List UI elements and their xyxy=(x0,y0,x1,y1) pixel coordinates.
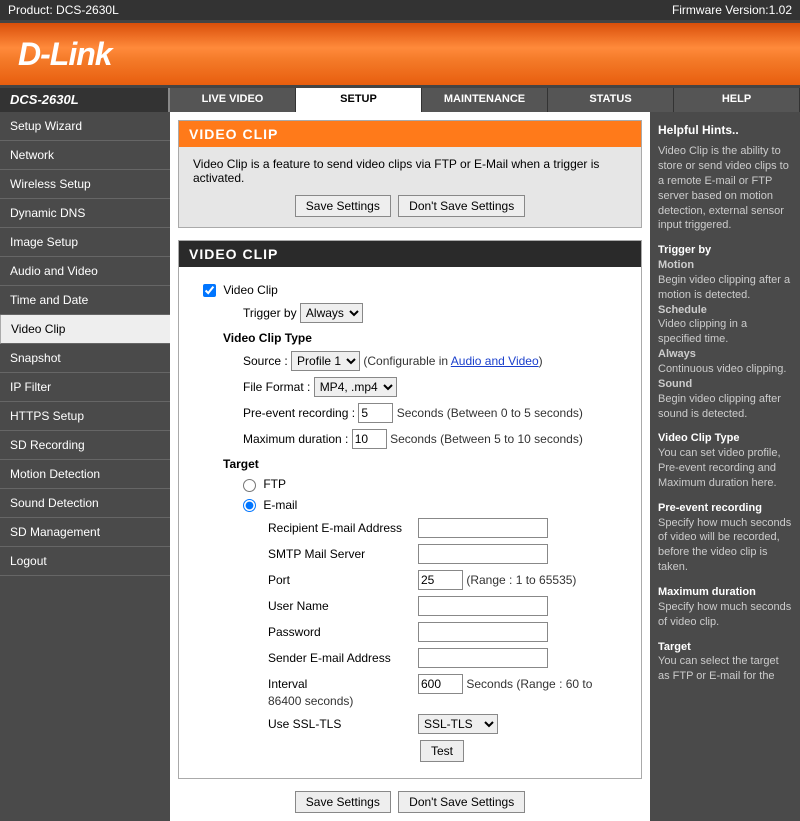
sidebar-item-motion-detection[interactable]: Motion Detection xyxy=(0,460,170,489)
sidebar-item-dynamic-dns[interactable]: Dynamic DNS xyxy=(0,199,170,228)
hints-vct: Video Clip Type xyxy=(658,431,792,446)
test-button[interactable]: Test xyxy=(420,740,464,762)
panel-videoclip-header: VIDEO CLIP xyxy=(179,241,641,267)
panel-intro-header: VIDEO CLIP xyxy=(179,121,641,147)
panel-videoclip: VIDEO CLIP Video Clip Trigger by Always … xyxy=(178,240,642,779)
target-ftp-radio[interactable] xyxy=(243,479,256,492)
interval-label: Interval xyxy=(268,677,418,691)
password-label: Password xyxy=(268,625,418,639)
target-heading: Target xyxy=(223,457,627,471)
password-input[interactable] xyxy=(418,622,548,642)
main: Setup Wizard Network Wireless Setup Dyna… xyxy=(0,112,800,821)
max-duration-input[interactable] xyxy=(352,429,387,449)
sidebar-item-network[interactable]: Network xyxy=(0,141,170,170)
sidebar-item-sound-detection[interactable]: Sound Detection xyxy=(0,489,170,518)
pre-event-label: Pre-event recording : xyxy=(243,406,355,420)
sidebar-item-https-setup[interactable]: HTTPS Setup xyxy=(0,402,170,431)
target-email-radio[interactable] xyxy=(243,499,256,512)
hints-max: Maximum duration xyxy=(658,585,792,600)
recipient-input[interactable] xyxy=(418,518,548,538)
target-ftp-label: FTP xyxy=(263,477,286,491)
pre-event-input[interactable] xyxy=(358,403,393,423)
tab-live-video[interactable]: LIVE VIDEO xyxy=(170,88,296,112)
max-duration-hint: Seconds (Between 5 to 10 seconds) xyxy=(390,432,583,446)
nav-tabs: LIVE VIDEO SETUP MAINTENANCE STATUS HELP xyxy=(170,88,800,112)
sidebar-item-time-and-date[interactable]: Time and Date xyxy=(0,286,170,315)
banner: D-Link xyxy=(0,20,800,88)
dont-save-settings-button-bottom[interactable]: Don't Save Settings xyxy=(398,791,525,813)
smtp-label: SMTP Mail Server xyxy=(268,547,418,561)
firmware-label: Firmware Version: xyxy=(672,3,769,17)
hints-column: Helpful Hints.. Video Clip is the abilit… xyxy=(650,112,800,821)
ssl-label: Use SSL-TLS xyxy=(268,717,418,731)
sidebar-item-snapshot[interactable]: Snapshot xyxy=(0,344,170,373)
nav-row: DCS-2630L LIVE VIDEO SETUP MAINTENANCE S… xyxy=(0,88,800,112)
interval-input[interactable] xyxy=(418,674,463,694)
video-clip-checkbox[interactable] xyxy=(203,284,216,297)
save-settings-button-bottom[interactable]: Save Settings xyxy=(295,791,391,813)
file-format-select[interactable]: MP4, .mp4 xyxy=(314,377,397,397)
source-label: Source : xyxy=(243,354,288,368)
file-format-label: File Format : xyxy=(243,380,310,394)
hints-pre: Pre-event recording xyxy=(658,501,792,516)
sidebar-item-logout[interactable]: Logout xyxy=(0,547,170,576)
video-clip-type-heading: Video Clip Type xyxy=(223,331,627,345)
video-clip-label: Video Clip xyxy=(223,283,277,297)
content: VIDEO CLIP Video Clip is a feature to se… xyxy=(170,112,650,821)
audio-and-video-link[interactable]: Audio and Video xyxy=(451,354,539,368)
port-hint: (Range : 1 to 65535) xyxy=(466,573,576,587)
hints-p1: Video Clip is the ability to store or se… xyxy=(658,144,792,233)
tab-maintenance[interactable]: MAINTENANCE xyxy=(422,88,548,112)
firmware-version: 1.02 xyxy=(769,3,792,17)
sidebar-item-image-setup[interactable]: Image Setup xyxy=(0,228,170,257)
sidebar-item-ip-filter[interactable]: IP Filter xyxy=(0,373,170,402)
sidebar-item-audio-and-video[interactable]: Audio and Video xyxy=(0,257,170,286)
sidebar-item-sd-recording[interactable]: SD Recording xyxy=(0,431,170,460)
tab-status[interactable]: STATUS xyxy=(548,88,674,112)
username-input[interactable] xyxy=(418,596,548,616)
sender-label: Sender E-mail Address xyxy=(268,651,418,665)
panel-intro: VIDEO CLIP Video Clip is a feature to se… xyxy=(178,120,642,228)
top-bar: Product: DCS-2630L Firmware Version:1.02 xyxy=(0,0,800,20)
pre-event-hint: Seconds (Between 0 to 5 seconds) xyxy=(397,406,583,420)
trigger-by-label: Trigger by xyxy=(243,306,297,320)
hints-title: Helpful Hints.. xyxy=(658,122,792,138)
product-label: Product: xyxy=(8,3,53,17)
tab-help[interactable]: HELP xyxy=(674,88,800,112)
dont-save-settings-button-top[interactable]: Don't Save Settings xyxy=(398,195,525,217)
tab-setup[interactable]: SETUP xyxy=(296,88,422,112)
smtp-input[interactable] xyxy=(418,544,548,564)
sidebar-item-sd-management[interactable]: SD Management xyxy=(0,518,170,547)
port-label: Port xyxy=(268,573,418,587)
sidebar-item-wireless-setup[interactable]: Wireless Setup xyxy=(0,170,170,199)
target-email-label: E-mail xyxy=(263,498,297,512)
hints-trigger-by: Trigger by xyxy=(658,243,792,258)
product-model: DCS-2630L xyxy=(56,3,119,17)
recipient-label: Recipient E-mail Address xyxy=(268,521,418,535)
panel-intro-body: Video Clip is a feature to send video cl… xyxy=(179,147,641,227)
trigger-by-select[interactable]: Always xyxy=(300,303,363,323)
save-settings-button-top[interactable]: Save Settings xyxy=(295,195,391,217)
username-label: User Name xyxy=(268,599,418,613)
intro-desc: Video Clip is a feature to send video cl… xyxy=(193,157,627,185)
panel-videoclip-body: Video Clip Trigger by Always Video Clip … xyxy=(179,267,641,778)
dlink-logo: D-Link xyxy=(18,36,112,73)
source-select[interactable]: Profile 1 xyxy=(291,351,360,371)
sender-input[interactable] xyxy=(418,648,548,668)
hints-target: Target xyxy=(658,640,792,655)
model-label: DCS-2630L xyxy=(0,88,170,112)
ssl-select[interactable]: SSL-TLS xyxy=(418,714,498,734)
max-duration-label: Maximum duration : xyxy=(243,432,348,446)
sidebar: Setup Wizard Network Wireless Setup Dyna… xyxy=(0,112,170,821)
sidebar-item-setup-wizard[interactable]: Setup Wizard xyxy=(0,112,170,141)
sidebar-item-video-clip[interactable]: Video Clip xyxy=(0,315,170,344)
port-input[interactable] xyxy=(418,570,463,590)
